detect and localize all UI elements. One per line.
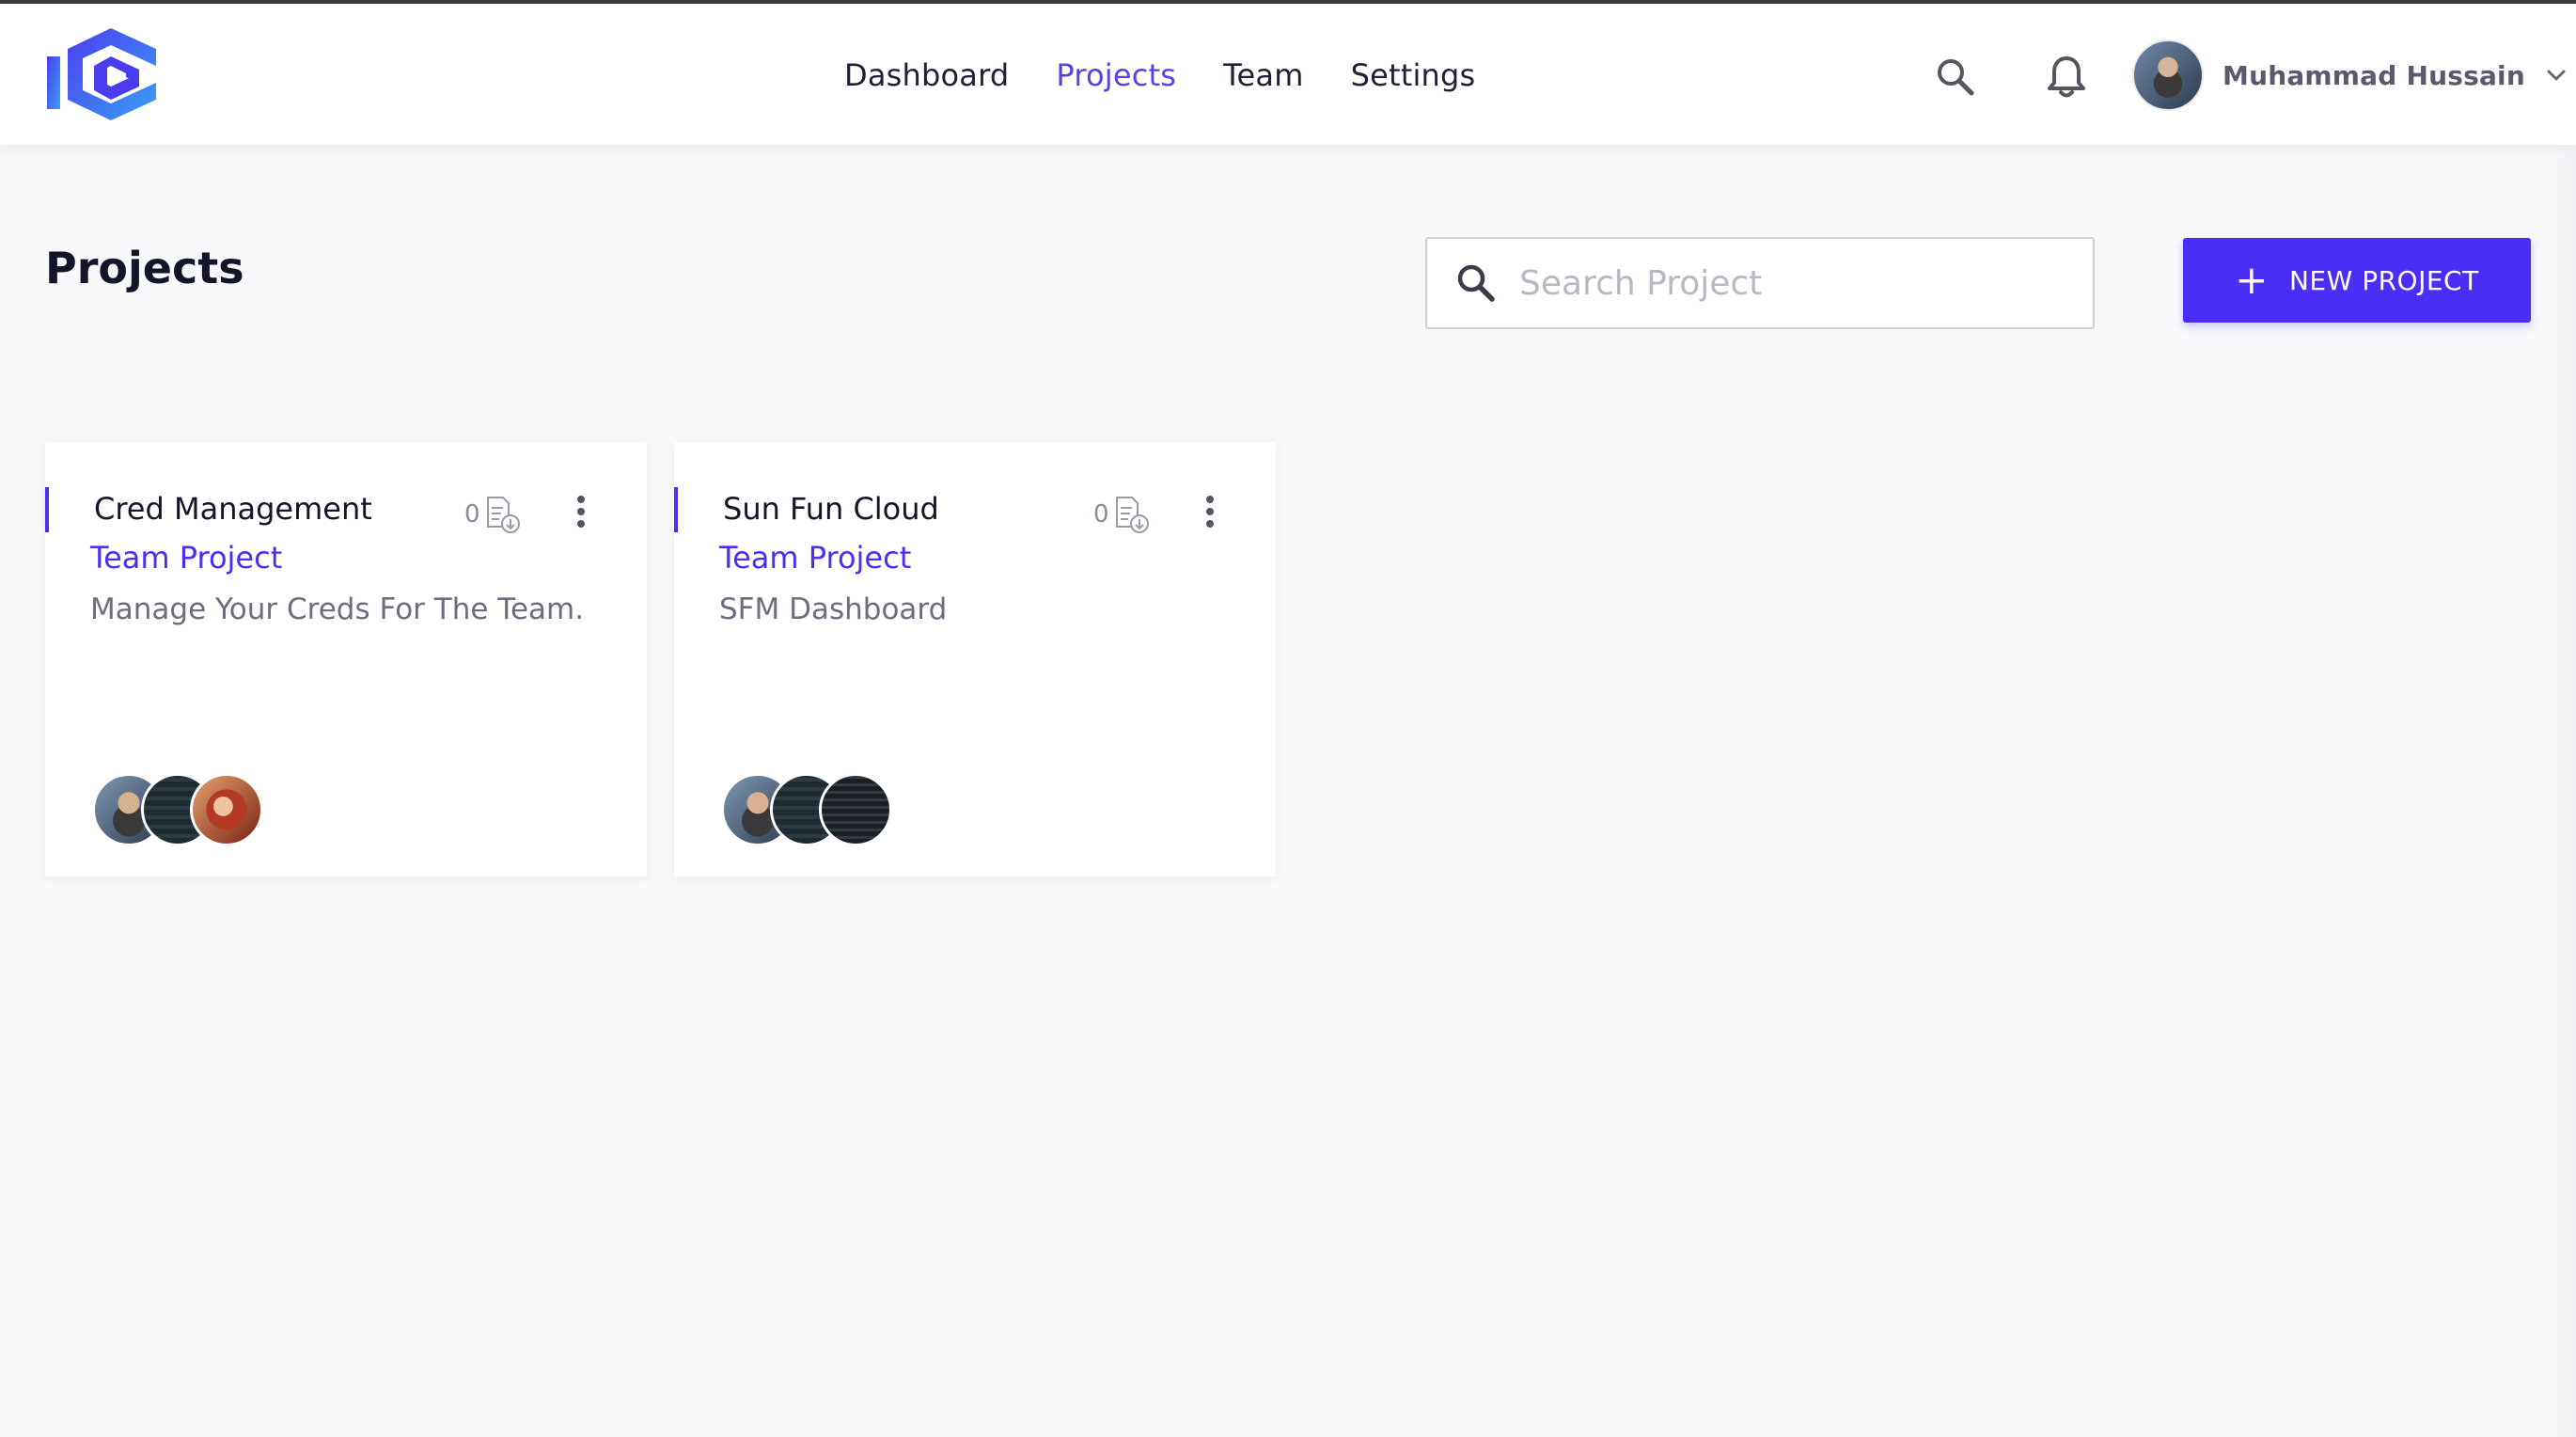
project-title: Cred Management: [94, 491, 372, 527]
avatar[interactable]: [190, 773, 263, 846]
page-title: Projects: [45, 243, 244, 293]
user-menu[interactable]: Muhammad Hussain: [2132, 39, 2567, 111]
avatar[interactable]: [819, 773, 892, 846]
project-title: Sun Fun Cloud: [723, 491, 939, 527]
project-count-value: 0: [464, 500, 480, 529]
project-card-sun-fun-cloud[interactable]: Sun Fun Cloud 0 Team Project SFM Dashboa…: [674, 442, 1276, 876]
nav-team[interactable]: Team: [1223, 53, 1303, 98]
search-icon: [1457, 264, 1495, 302]
project-type[interactable]: Team Project: [90, 540, 282, 576]
project-description: SFM Dashboard: [719, 592, 948, 626]
project-card-cred-management[interactable]: Cred Management 0 Team Project Manage Yo…: [45, 442, 647, 876]
plus-icon: +: [2235, 257, 2269, 303]
project-count: 0: [1093, 495, 1149, 534]
search-project-input[interactable]: [1519, 263, 2065, 303]
top-navbar: Dashboard Projects Team Settings Muhamma…: [0, 4, 2576, 145]
new-project-label: NEW PROJECT: [2288, 264, 2479, 296]
avatar: [2132, 39, 2204, 111]
bell-icon[interactable]: [2046, 55, 2087, 100]
card-accent-bar: [674, 487, 678, 532]
search-icon[interactable]: [1935, 56, 1976, 98]
search-project-box: [1425, 237, 2095, 329]
main-nav: Dashboard Projects Team Settings: [844, 53, 1522, 98]
member-avatars: [721, 773, 892, 846]
nav-settings[interactable]: Settings: [1351, 53, 1476, 98]
logo-icon[interactable]: [45, 28, 173, 120]
member-avatars: [92, 773, 263, 846]
project-count: 0: [464, 495, 520, 534]
kebab-menu-icon[interactable]: [568, 493, 594, 530]
kebab-menu-icon[interactable]: [1197, 493, 1223, 530]
document-download-icon: [1115, 497, 1149, 533]
document-download-icon: [486, 497, 520, 533]
project-description: Manage Your Creds For The Team.: [90, 592, 585, 626]
card-accent-bar: [45, 487, 49, 532]
user-name: Muhammad Hussain: [2223, 59, 2525, 91]
project-count-value: 0: [1093, 500, 1109, 529]
new-project-button[interactable]: + NEW PROJECT: [2183, 238, 2531, 323]
nav-projects[interactable]: Projects: [1056, 53, 1176, 98]
project-type[interactable]: Team Project: [719, 540, 911, 576]
nav-dashboard[interactable]: Dashboard: [844, 53, 1009, 98]
right-edge-shadow: [2550, 145, 2576, 1437]
chevron-down-icon: [2547, 70, 2566, 81]
